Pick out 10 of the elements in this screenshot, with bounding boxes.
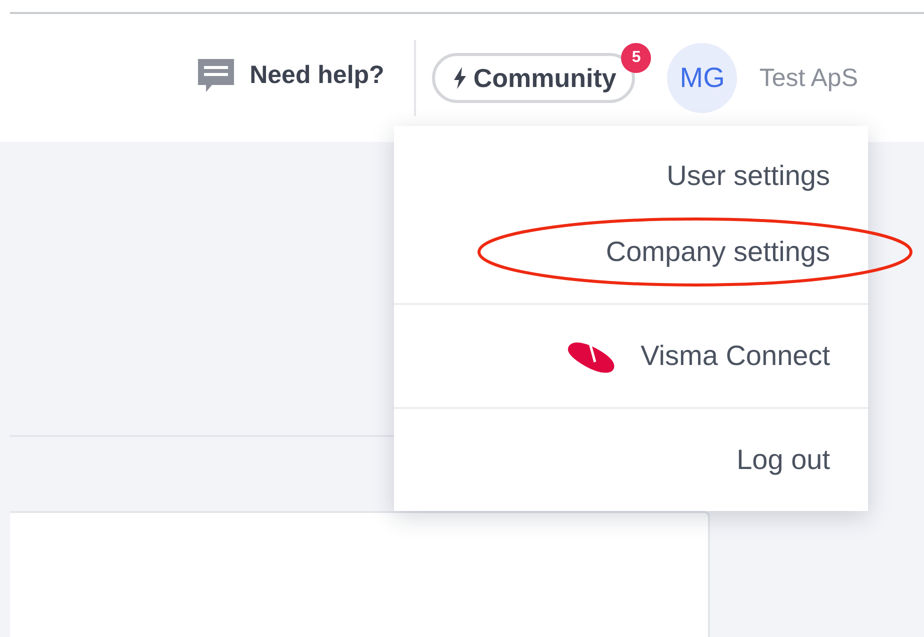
company-name: Test ApS — [759, 64, 858, 92]
menu-item[interactable]: Log out — [394, 422, 868, 498]
menu-item[interactable]: Company settings — [394, 214, 868, 290]
menu-item[interactable]: User settings — [394, 138, 868, 214]
lightning-icon — [453, 67, 468, 89]
help-label: Need help? — [250, 60, 384, 90]
notification-badge: 5 — [621, 43, 652, 73]
menu-item[interactable]: Visma Connect — [394, 318, 868, 394]
help-button[interactable]: Need help? — [196, 55, 384, 95]
user-avatar[interactable]: MG — [667, 43, 738, 113]
